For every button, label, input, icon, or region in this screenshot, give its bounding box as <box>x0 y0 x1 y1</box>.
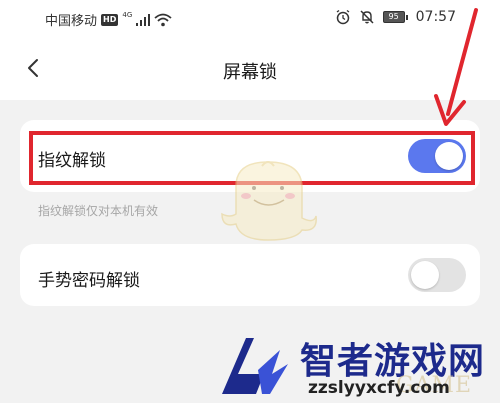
status-right: 95 07:57 <box>335 9 456 25</box>
carrier-name: 中国移动 <box>45 14 98 29</box>
gesture-unlock-label: 手势密码解锁 <box>38 271 140 291</box>
toggle-knob <box>411 261 439 289</box>
battery-level: 95 <box>382 11 405 23</box>
mascot-watermark-icon <box>221 161 317 241</box>
alarm-icon <box>336 9 350 25</box>
gesture-unlock-row[interactable]: 手势密码解锁 <box>20 244 480 306</box>
page-title: 屏幕锁 <box>223 62 277 83</box>
status-left: 中国移动 HD 4G <box>45 10 172 29</box>
battery-icon: 95 <box>382 11 408 23</box>
clock: 07:57 <box>415 9 456 25</box>
mute-bell-icon <box>360 10 374 24</box>
wifi-icon <box>154 13 172 26</box>
signal-icon <box>136 13 151 26</box>
status-bar: 中国移动 HD 4G 95 07:57 <box>0 0 500 36</box>
header: 屏幕锁 <box>0 40 500 96</box>
hd-badge: HD <box>101 13 119 26</box>
site-url-watermark: zzslyyxcfy.com <box>308 378 450 398</box>
network-type: 4G <box>122 10 133 19</box>
gesture-unlock-toggle[interactable] <box>408 258 466 292</box>
site-logo-icon <box>222 338 288 394</box>
fingerprint-hint: 指纹解锁仅对本机有效 <box>38 204 159 218</box>
